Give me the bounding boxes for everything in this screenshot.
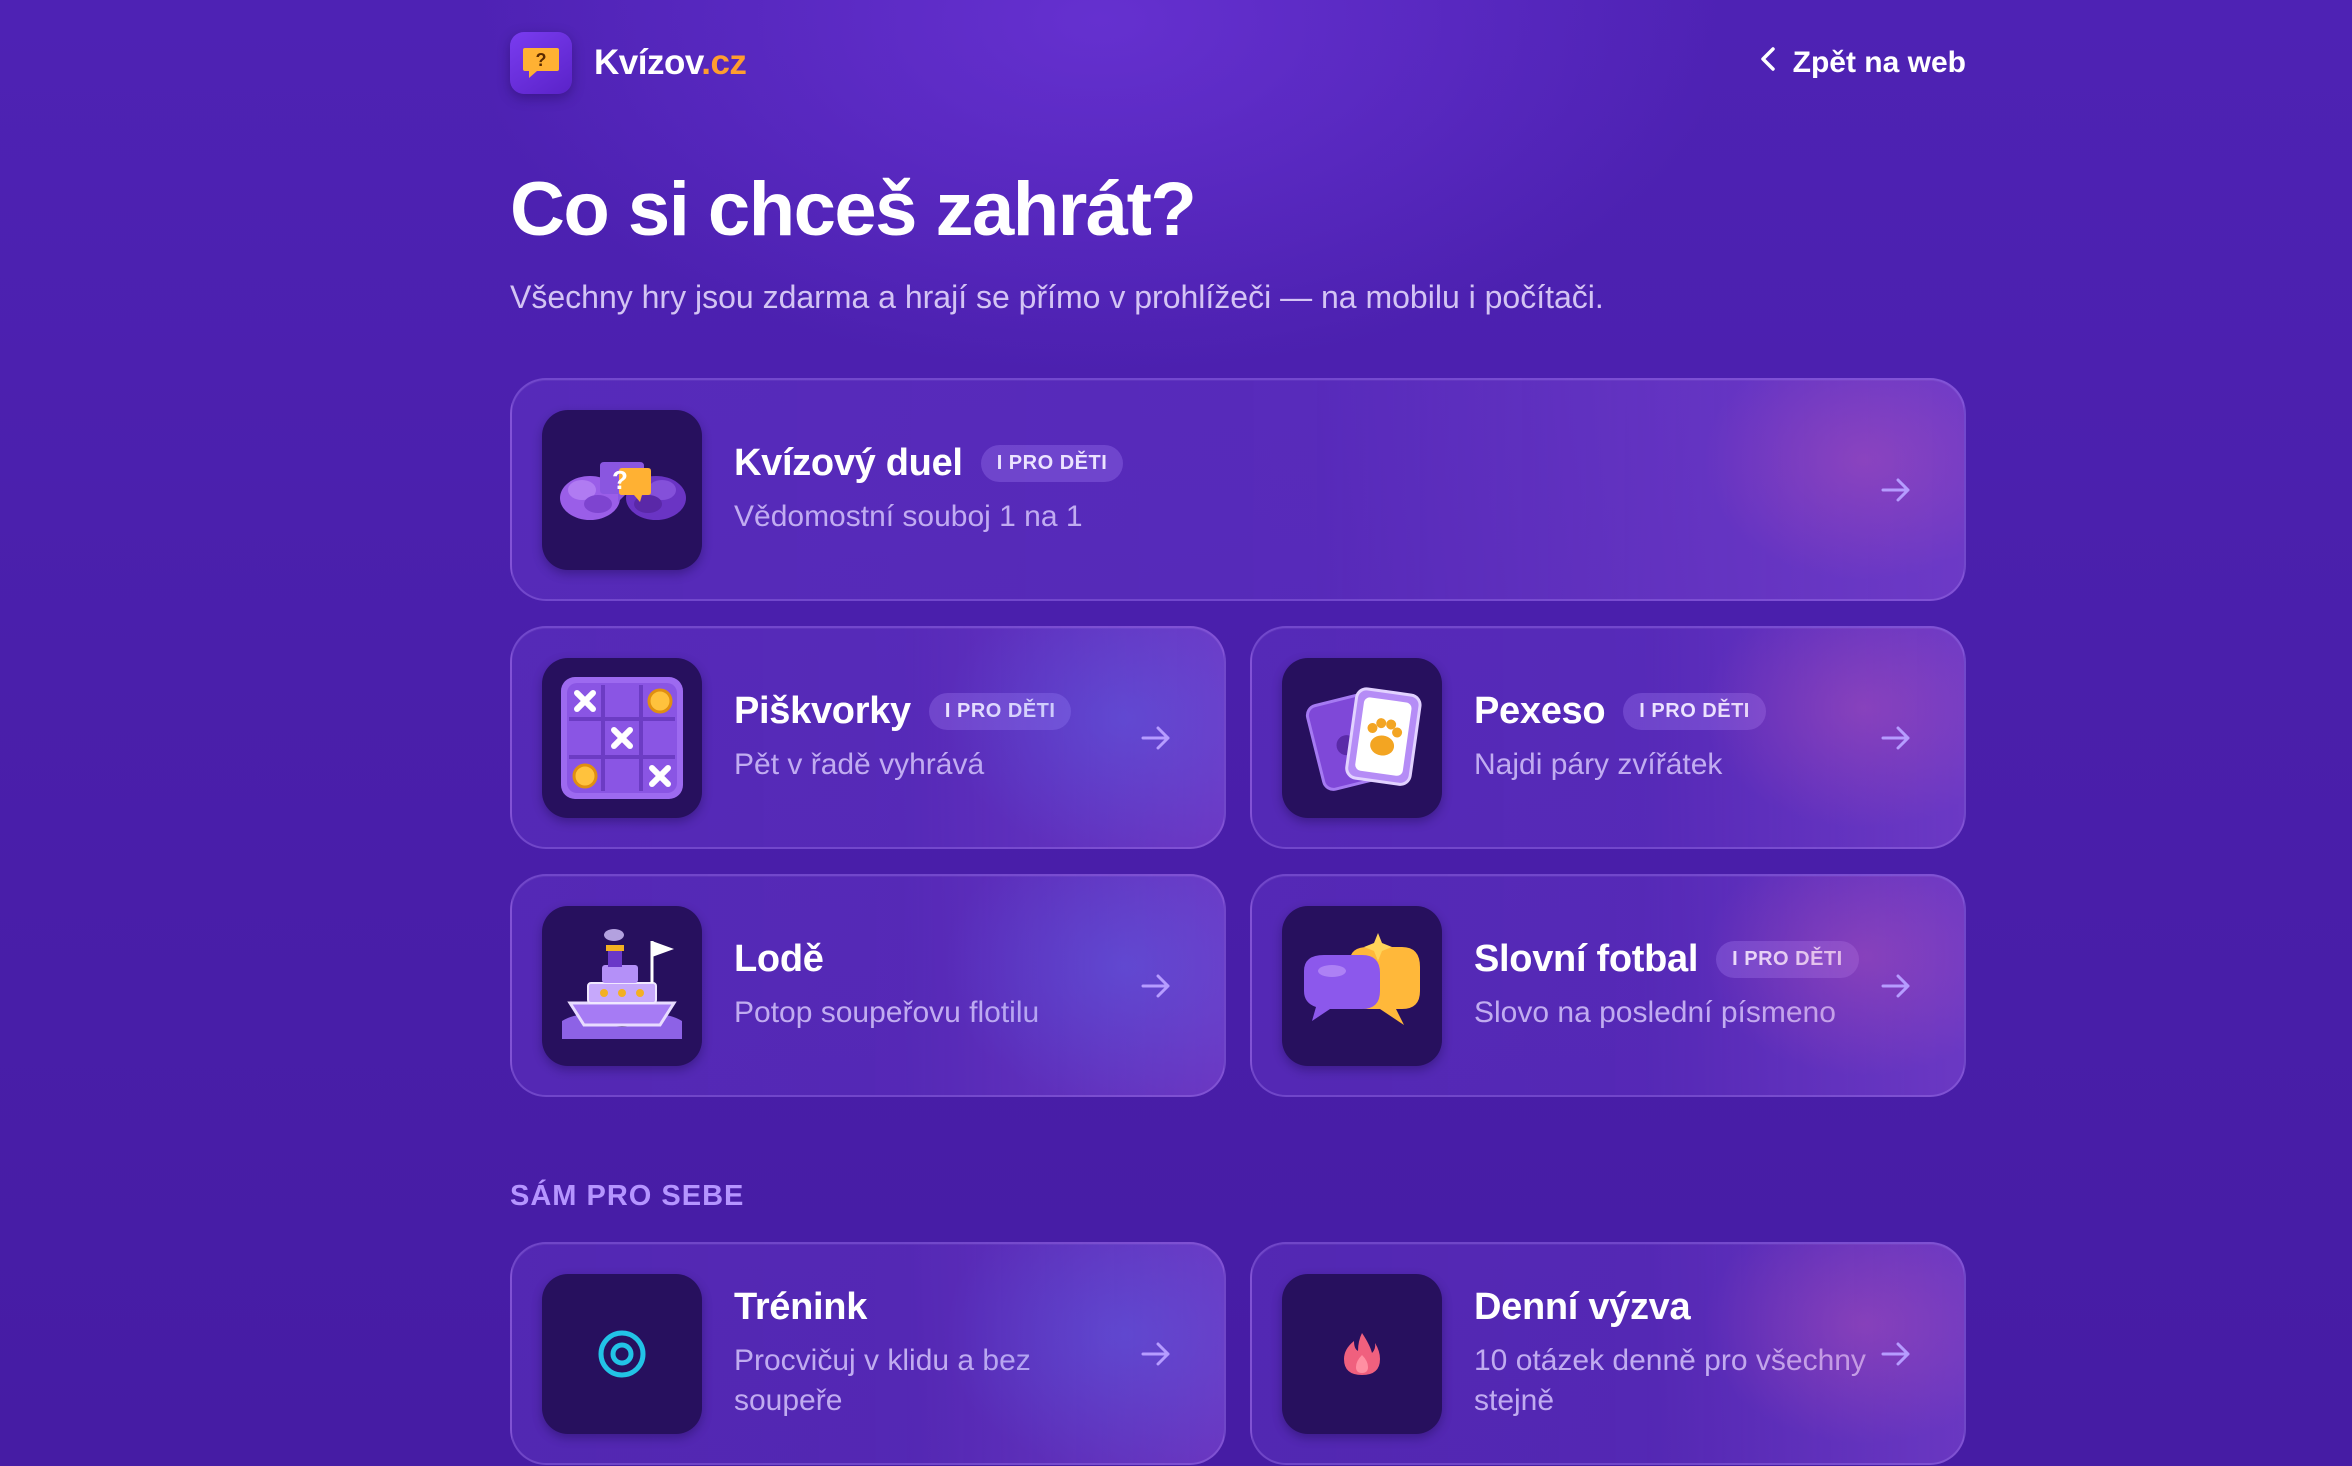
card-subtitle: Procvičuj v klidu a bez soupeře [734,1343,1031,1418]
card-title: Pexeso [1474,689,1606,732]
kids-badge: I PRO DĚTI [980,444,1124,482]
card-title: Kvízový duel [734,441,963,484]
flame-icon [1282,1274,1442,1434]
brand-name: Kvízov.cz [594,43,747,83]
chevron-left-icon [1759,46,1777,80]
card-title-row: Slovní fotbal I PRO DĚTI [1474,938,1859,981]
top-header: ? Kvízov.cz Zpět na web [510,30,1966,96]
card-title-row: Piškvorky I PRO DĚTI [734,689,1072,733]
brand-tld: .cz [701,43,747,82]
card-text: Lodě Potop soupeřovu flotilu [734,876,1039,1095]
card-text: Denní výzva 10 otázek denně pro všechny … [1474,1244,1874,1463]
card-subtitle: Vědomostní souboj 1 na 1 [734,499,1083,533]
arrow-right-icon [1881,726,1910,749]
game-card-pexeso[interactable]: Pexeso I PRO DĚTI Najdi páry zvířátek [1250,626,1966,849]
kids-badge: I PRO DĚTI [928,692,1072,730]
card-title: Slovní fotbal [1474,937,1699,980]
game-card-lode[interactable]: Lodě Potop soupeřovu flotilu [510,874,1226,1097]
card-title-row: Kvízový duel I PRO DĚTI [734,441,1124,485]
card-subtitle: Slovo na poslední písmeno [1474,995,1836,1029]
card-subtitle: Najdi páry zvířátek [1474,747,1723,781]
back-link-label: Zpět na web [1792,46,1966,79]
solo-card-denni-vyzva[interactable]: Denní výzva 10 otázek denně pro všechny … [1250,1242,1966,1465]
card-title: Denní výzva [1474,1285,1691,1328]
game-card-slovni-fotbal[interactable]: Slovní fotbal I PRO DĚTI Slovo na posled… [1250,874,1966,1097]
game-card-kvizovy-duel[interactable]: ? Kvízový duel I PRO DĚTI Vědomostní sou… [510,378,1966,601]
speech-bubbles-icon [1282,906,1442,1066]
kids-badge: I PRO DĚTI [1623,692,1766,730]
arrow-right-icon [1141,974,1170,997]
tic-tac-toe-icon [542,658,702,818]
card-text: Trénink Procvičuj v klidu a bez soupeře [734,1244,1134,1463]
arrow-right-icon [1881,1342,1910,1365]
paw-cards-icon [1282,658,1442,818]
card-title-row: Pexeso I PRO DĚTI [1474,690,1766,733]
back-to-web-link[interactable]: Zpět na web [1759,46,1966,80]
svg-text:?: ? [612,465,628,495]
brand[interactable]: ? Kvízov.cz [510,32,747,94]
card-subtitle: Potop soupeřovu flotilu [734,995,1040,1029]
arrow-right-icon [1881,478,1910,501]
card-subtitle: 10 otázek denně pro všechny stejně [1474,1343,1866,1418]
card-title: Lodě [734,937,824,980]
target-icon [542,1274,702,1434]
card-title: Piškvorky [734,689,911,732]
card-title-row: Lodě [734,938,1039,981]
ship-icon [542,906,702,1066]
section-label-solo: SÁM PRO SEBE [510,1180,745,1212]
card-subtitle: Pět v řadě vyhrává [734,747,985,781]
card-text: Slovní fotbal I PRO DĚTI Slovo na posled… [1474,876,1859,1095]
arrow-right-icon [1141,726,1170,749]
page-title: Co si chceš zahrát? [510,167,1197,252]
card-text: Kvízový duel I PRO DĚTI Vědomostní soubo… [734,380,1124,599]
game-card-piskvorky[interactable]: Piškvorky I PRO DĚTI Pět v řadě vyhrává [510,626,1226,849]
brains-question-icon: ? [542,410,702,570]
card-text: Pexeso I PRO DĚTI Najdi páry zvířátek [1474,628,1766,847]
solo-card-trenink[interactable]: Trénink Procvičuj v klidu a bez soupeře [510,1242,1226,1465]
svg-text:?: ? [536,50,547,70]
kids-badge: I PRO DĚTI [1716,940,1859,978]
page-subtitle: Všechny hry jsou zdarma a hrají se přímo… [510,279,1604,315]
brand-name-main: Kvízov [594,43,702,82]
card-title-row: Denní výzva [1474,1286,1874,1329]
card-title-row: Trénink [734,1286,1134,1329]
card-title: Trénink [734,1285,868,1328]
card-text: Piškvorky I PRO DĚTI Pět v řadě vyhrává [734,628,1072,847]
question-bubble-icon: ? [510,32,572,94]
arrow-right-icon [1141,1342,1170,1365]
arrow-right-icon [1881,974,1910,997]
